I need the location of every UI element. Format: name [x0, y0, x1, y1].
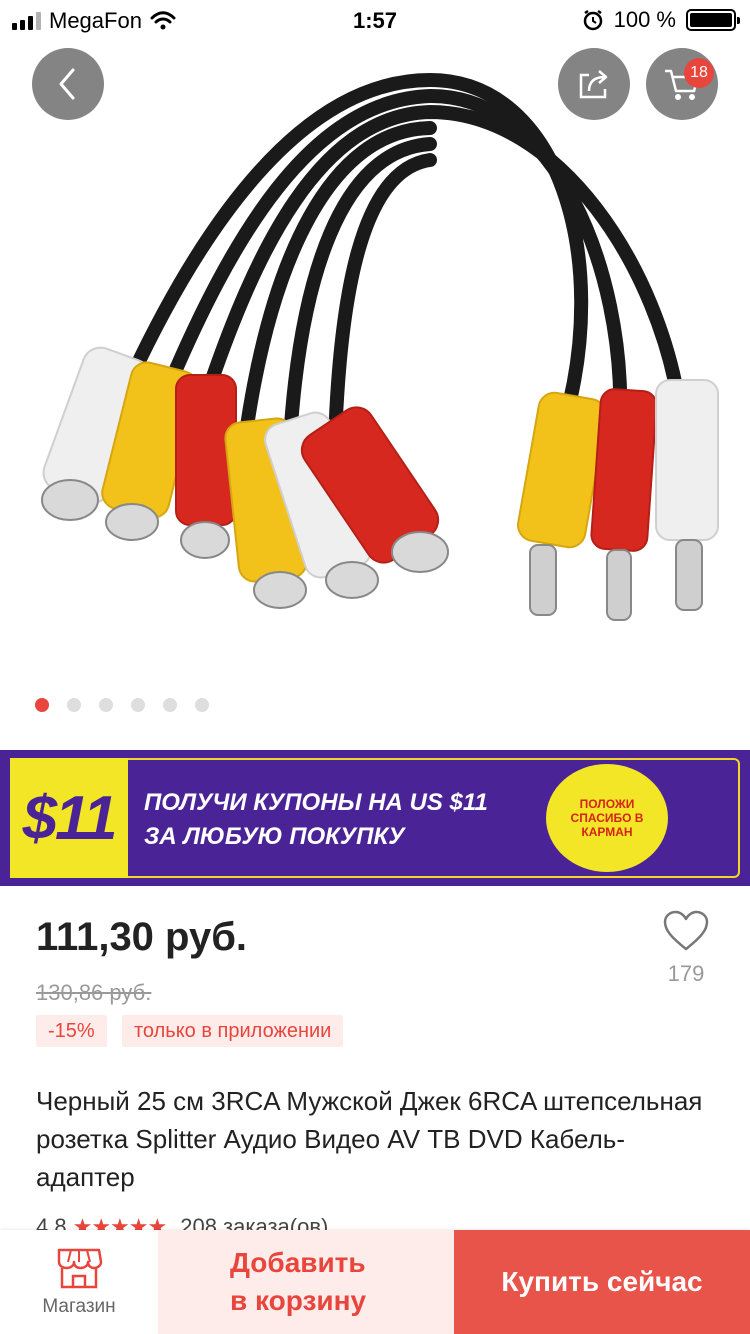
gallery-dot[interactable] — [99, 698, 113, 712]
gallery-pagination — [35, 698, 209, 712]
store-label: Магазин — [42, 1296, 116, 1317]
product-photo-cable — [41, 72, 719, 621]
gallery-dot[interactable] — [67, 698, 81, 712]
share-button[interactable] — [558, 48, 630, 120]
gallery-dot[interactable] — [131, 698, 145, 712]
favorite-button[interactable]: 179 — [662, 910, 710, 987]
product-image-gallery[interactable]: 18 — [0, 0, 750, 750]
battery-icon — [686, 9, 740, 31]
bottom-action-bar: Магазин Добавить в корзину Купить сейчас — [0, 1230, 750, 1334]
alarm-icon — [583, 9, 602, 31]
status-right: 100 % — [582, 7, 740, 33]
current-price: 111,30 руб. — [36, 915, 248, 959]
app-only-badge: только в приложении — [122, 1015, 344, 1047]
status-bar: MegaFon 1:57 100 % — [0, 0, 750, 40]
share-icon — [579, 70, 608, 99]
product-title: Черный 25 см 3RCA Мужской Джек 6RCA штеп… — [36, 1086, 703, 1192]
battery-percent: 100 % — [613, 7, 676, 32]
banner-seal-text: ПОЛОЖИ СПАСИБО В КАРМАН — [570, 797, 644, 839]
heart-icon — [663, 910, 709, 951]
back-button[interactable] — [32, 48, 104, 120]
banner-line-1: ПОЛУЧИ КУПОНЫ НА US $11 — [144, 789, 488, 816]
old-price: 130,86 руб. — [36, 980, 152, 1005]
chevron-left-icon — [59, 68, 75, 100]
cart-button[interactable]: 18 — [646, 48, 718, 120]
store-button[interactable]: Магазин — [0, 1230, 158, 1334]
gallery-dot[interactable] — [195, 698, 209, 712]
store-icon — [57, 1248, 103, 1289]
banner-amount: $11 — [10, 758, 128, 878]
buy-now-button[interactable]: Купить сейчас — [454, 1230, 750, 1334]
add-to-cart-label: Добавить в корзину — [230, 1247, 367, 1316]
cart-count-badge: 18 — [684, 58, 714, 88]
favorites-count: 179 — [667, 961, 705, 986]
banner-text: ПОЛУЧИ КУПОНЫ НА US $11 ЗА ЛЮБУЮ ПОКУПКУ — [144, 786, 488, 854]
buy-now-label: Купить сейчас — [501, 1266, 703, 1297]
banner-seal: ПОЛОЖИ СПАСИБО В КАРМАН — [546, 764, 668, 872]
add-to-cart-button[interactable]: Добавить в корзину — [158, 1230, 454, 1334]
gallery-dot-active[interactable] — [35, 698, 49, 712]
banner-line-2: ЗА ЛЮБУЮ ПОКУПКУ — [144, 823, 405, 850]
gallery-dot[interactable] — [163, 698, 177, 712]
discount-badge: -15% — [36, 1015, 107, 1047]
